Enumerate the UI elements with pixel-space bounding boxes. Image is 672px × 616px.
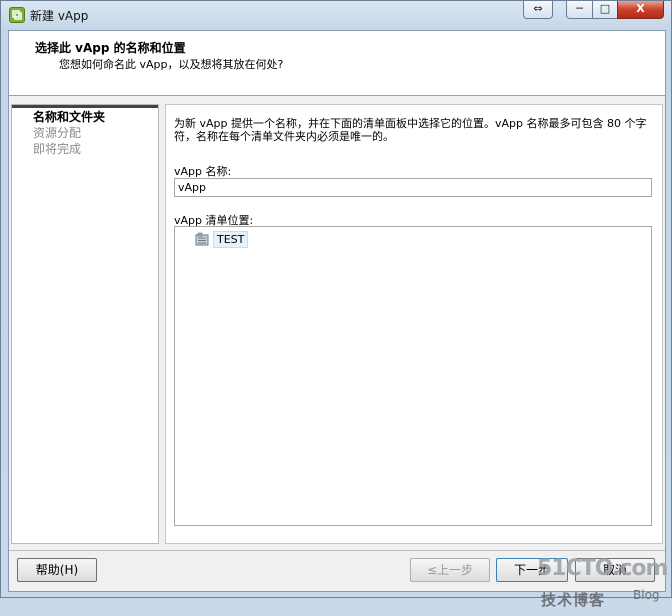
minimize-button[interactable]: ─ xyxy=(566,1,593,19)
wizard-header: 选择此 vApp 的名称和位置 您想如何命名此 vApp，以及想将其放在何处? xyxy=(9,31,665,96)
dialog-body: 选择此 vApp 的名称和位置 您想如何命名此 vApp，以及想将其放在何处? … xyxy=(8,30,668,609)
next-button[interactable]: 下一步 xyxy=(496,558,568,582)
wizard-window: 新建 vApp ⇔ ─ □ X 选择此 vApp 的名称和位置 您想如何命名此 … xyxy=(0,0,672,609)
watermark-blog: Blog xyxy=(633,588,660,602)
window-title: 新建 vApp xyxy=(30,9,89,23)
help-button[interactable]: 帮助(H) xyxy=(17,558,97,582)
close-button[interactable]: X xyxy=(617,1,664,19)
steps-panel: 名称和文件夹 资源分配 即将完成 xyxy=(11,104,159,544)
inventory-tree[interactable]: TEST xyxy=(174,226,652,526)
cancel-button[interactable]: 取消 xyxy=(575,558,655,582)
watermark-tagline: 技术博客 xyxy=(541,591,606,609)
page-subtitle: 您想如何命名此 vApp，以及想将其放在何处? xyxy=(59,58,284,71)
back-button[interactable]: ≤上一步 xyxy=(410,558,490,582)
tree-node-label[interactable]: TEST xyxy=(213,231,249,248)
step-resource-allocation[interactable]: 资源分配 xyxy=(33,124,81,141)
vapp-name-input[interactable] xyxy=(174,178,652,197)
maximize-button[interactable]: □ xyxy=(592,1,618,19)
content-panel: 为新 vApp 提供一个名称，并在下面的清单面板中选择它的位置。vApp 名称最… xyxy=(165,104,663,544)
step-name-and-folder[interactable]: 名称和文件夹 xyxy=(33,108,105,125)
footer-divider xyxy=(9,550,665,551)
datacenter-icon xyxy=(195,232,209,246)
instructions-text: 为新 vApp 提供一个名称，并在下面的清单面板中选择它的位置。vApp 名称最… xyxy=(174,117,647,143)
page-title: 选择此 vApp 的名称和位置 xyxy=(35,41,186,55)
step-ready-to-complete[interactable]: 即将完成 xyxy=(33,140,81,157)
title-bar[interactable]: 新建 vApp ⇔ ─ □ X xyxy=(1,1,671,29)
vsphere-app-icon xyxy=(9,7,25,23)
vapp-name-label: vApp 名称: xyxy=(174,165,232,178)
sync-button[interactable]: ⇔ xyxy=(523,1,553,19)
